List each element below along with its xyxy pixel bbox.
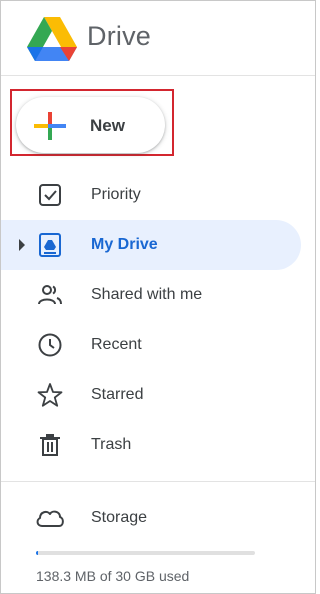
divider — [1, 481, 315, 482]
sidebar-item-starred[interactable]: Starred — [1, 370, 315, 420]
sidebar-item-label: Shared with me — [91, 286, 203, 303]
sidebar-item-my-drive[interactable]: My Drive — [1, 220, 301, 270]
new-button-label: New — [90, 116, 125, 135]
clock-icon — [38, 333, 62, 357]
my-drive-icon — [39, 233, 61, 257]
sidebar-item-trash[interactable]: Trash — [1, 420, 315, 470]
drive-sidebar-window: Drive New Priority My Drive Shared with … — [0, 0, 316, 594]
sidebar-item-storage[interactable]: Storage — [1, 492, 315, 542]
new-button[interactable]: New — [16, 97, 165, 153]
header: Drive — [1, 1, 315, 76]
storage-progress-bar — [36, 551, 255, 555]
storage-label: Storage — [91, 509, 148, 526]
app-title: Drive — [87, 21, 152, 51]
sidebar-item-label: Priority — [91, 186, 141, 203]
sidebar-item-priority[interactable]: Priority — [1, 170, 315, 220]
google-plus-icon — [34, 112, 66, 140]
google-drive-logo-icon[interactable] — [27, 17, 77, 61]
priority-checkbox-icon — [39, 184, 61, 206]
trash-icon — [40, 434, 60, 456]
cloud-icon — [36, 510, 64, 527]
sidebar-item-label: Starred — [91, 386, 144, 403]
sidebar-item-label: Trash — [91, 436, 132, 453]
star-icon — [37, 383, 63, 407]
people-icon — [38, 285, 62, 305]
expand-caret-icon[interactable] — [18, 239, 26, 251]
storage-progress-fill — [36, 551, 39, 555]
sidebar-item-recent[interactable]: Recent — [1, 320, 315, 370]
sidebar-item-shared-with-me[interactable]: Shared with me — [1, 270, 315, 320]
sidebar-item-label: Recent — [91, 336, 142, 353]
storage-usage-text[interactable]: 138.3 MB of 30 GB used — [36, 568, 189, 584]
sidebar-item-label: My Drive — [91, 236, 158, 253]
sidebar-nav: Priority My Drive Shared with me Recent … — [1, 170, 315, 470]
